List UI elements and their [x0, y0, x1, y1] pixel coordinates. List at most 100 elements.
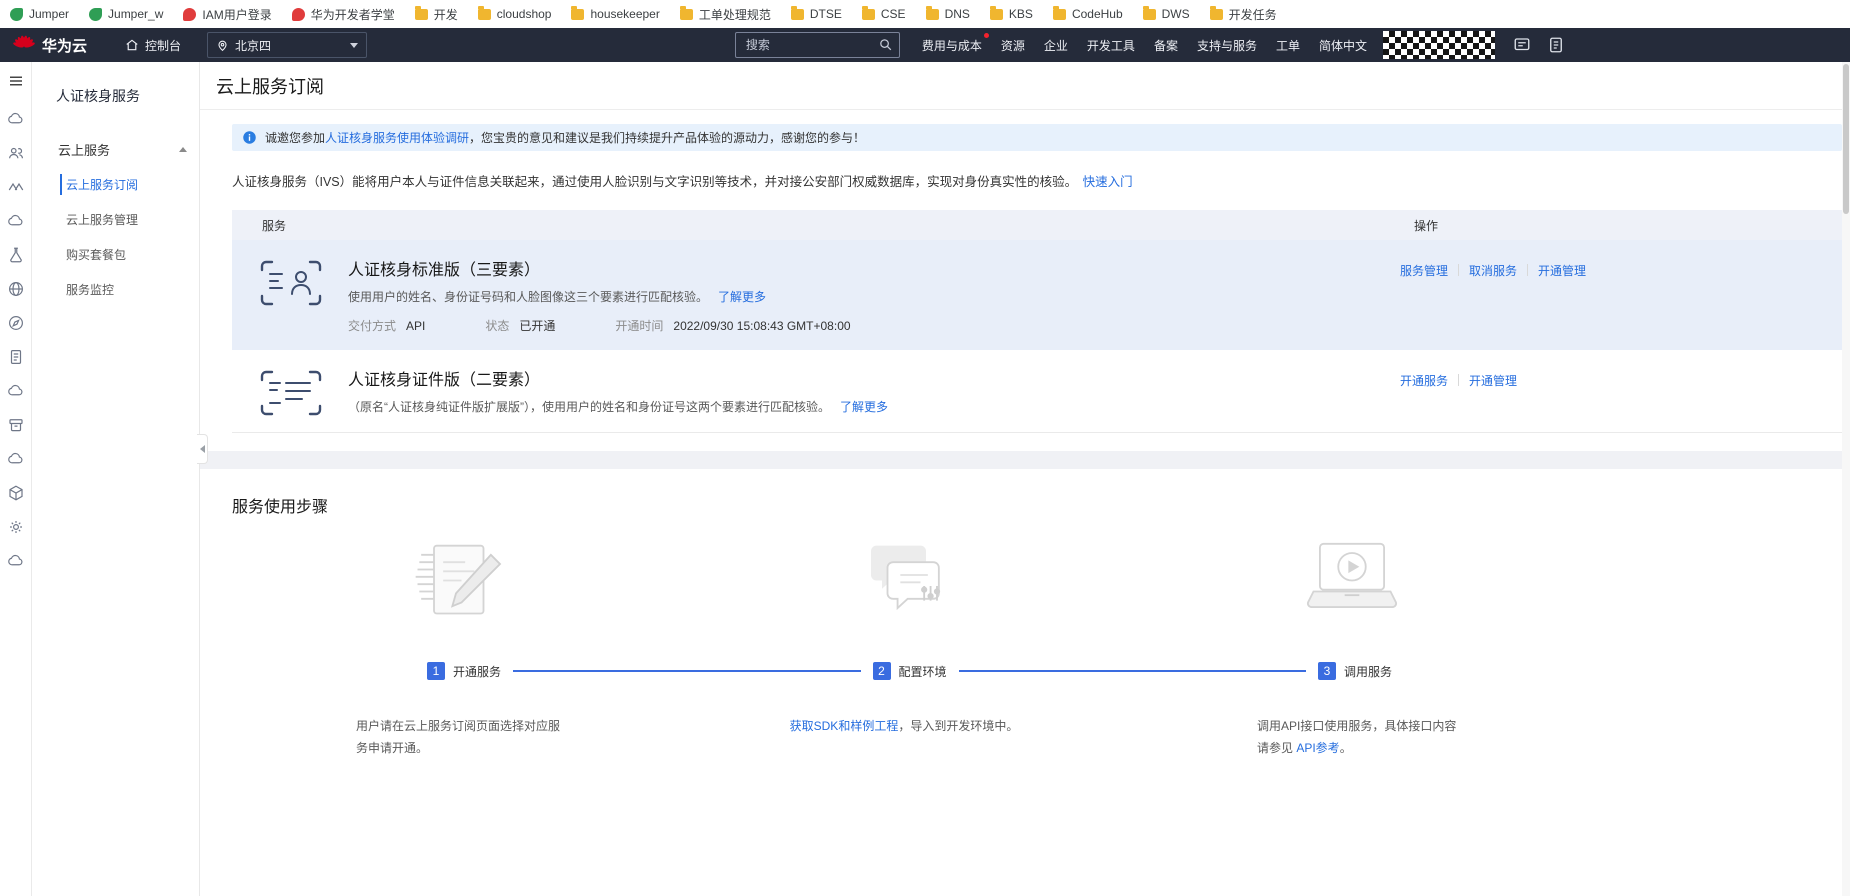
status-badge: 已开通: [519, 319, 556, 333]
huawei-cloud-logo[interactable]: 华为云: [12, 33, 87, 57]
leaf-icon: [10, 7, 23, 21]
bookmark-item[interactable]: IAM用户登录: [183, 6, 272, 23]
sidebar-item-subscription[interactable]: 云上服务订阅: [32, 167, 199, 202]
survey-link[interactable]: 人证核身服务使用体验调研: [325, 131, 469, 145]
cloud-icon[interactable]: [7, 110, 25, 128]
box-icon[interactable]: [7, 484, 25, 502]
sidebar-collapse-handle[interactable]: [197, 434, 208, 464]
nav-support[interactable]: 支持与服务: [1197, 37, 1257, 54]
action-open-manage[interactable]: 开通管理: [1538, 262, 1586, 279]
step-desc-link[interactable]: 获取SDK和样例工程: [790, 719, 899, 733]
action-cancel-service[interactable]: 取消服务: [1469, 262, 1517, 279]
users-icon[interactable]: [7, 144, 25, 162]
main-content: 云上服务订阅 诚邀您参加人证核身服务使用体验调研，您宝贵的意见和建议是我们持续提…: [200, 62, 1850, 896]
redacted-account-info[interactable]: [1383, 31, 1495, 59]
sidebar-item-management[interactable]: 云上服务管理: [32, 202, 199, 237]
step-desc-link[interactable]: API参考: [1296, 741, 1339, 755]
compass-icon[interactable]: [7, 314, 25, 332]
flask-icon[interactable]: [7, 246, 25, 264]
action-service-manage[interactable]: 服务管理: [1400, 262, 1448, 279]
message-icon[interactable]: [1513, 36, 1531, 54]
step-label: 开通服务: [453, 664, 502, 679]
table-row[interactable]: 人证核身标准版（三要素） 使用用户的姓名、身份证号码和人脸图像这三个要素进行匹配…: [232, 240, 1850, 350]
globe-icon[interactable]: [7, 280, 25, 298]
configure-env-illustration: [871, 545, 941, 611]
folder-icon: [1142, 5, 1156, 20]
bookmark-item[interactable]: CSE: [861, 5, 906, 21]
waves-icon[interactable]: [7, 178, 25, 196]
region-selector[interactable]: 北京四: [207, 32, 368, 58]
scrollbar-thumb[interactable]: [1843, 64, 1849, 214]
folder-icon: [989, 5, 1003, 20]
cloud-icon[interactable]: [7, 212, 25, 230]
gear-icon[interactable]: [7, 518, 25, 536]
steps-title: 服务使用步骤: [232, 499, 329, 516]
bookmark-item[interactable]: DTSE: [790, 5, 842, 21]
learn-more-link[interactable]: 了解更多: [840, 400, 888, 414]
step-item: 1 开通服务: [427, 662, 501, 680]
bookmark-item[interactable]: housekeeper: [571, 5, 660, 21]
quick-start-link[interactable]: 快速入门: [1083, 175, 1133, 189]
nav-dev-tools[interactable]: 开发工具: [1087, 37, 1135, 54]
action-open-service[interactable]: 开通服务: [1400, 372, 1448, 389]
app-body: 人证核身服务 云上服务 云上服务订阅 云上服务管理 购买套餐包 服务监控 云上服…: [0, 62, 1850, 896]
folder-icon: [861, 5, 875, 20]
step-label: 配置环境: [898, 664, 947, 679]
search-input[interactable]: [734, 32, 900, 58]
home-icon: [126, 39, 138, 51]
nav-resources[interactable]: 资源: [1001, 37, 1025, 54]
step-label: 调用服务: [1344, 664, 1393, 679]
step-number: 1: [427, 662, 445, 680]
usage-steps-card: 服务使用步骤 1 开通服务 2 配置环境 3 调用服务 用户请在云上服务订阅页面…: [200, 469, 1850, 896]
bookmark-item[interactable]: DNS: [925, 5, 970, 21]
scrollbar[interactable]: [1842, 62, 1850, 896]
page-title-bar: 云上服务订阅: [200, 62, 1850, 110]
step-number: 3: [1318, 662, 1336, 680]
action-open-manage[interactable]: 开通管理: [1469, 372, 1517, 389]
sidebar-group-cloud-services[interactable]: 云上服务: [32, 132, 199, 167]
hamburger-menu-icon[interactable]: [7, 72, 25, 90]
id-card-lines-icon: [260, 370, 322, 416]
region-value: 北京四: [235, 38, 272, 53]
bookmark-item[interactable]: Jumper_w: [89, 7, 163, 21]
step-desc: 获取SDK和样例工程，导入到开发环境中。: [789, 719, 1019, 733]
search-icon[interactable]: [878, 37, 893, 52]
step-item: 2 配置环境: [872, 662, 947, 680]
nav-icp[interactable]: 备案: [1154, 37, 1178, 54]
bookmark-item[interactable]: 开发任务: [1209, 5, 1277, 23]
archive-icon[interactable]: [7, 416, 25, 434]
document-icon[interactable]: [7, 348, 25, 366]
cloud-icon[interactable]: [7, 382, 25, 400]
nav-billing[interactable]: 费用与成本: [922, 32, 989, 54]
document-icon[interactable]: [1547, 36, 1565, 54]
banner-text: 诚邀您参加人证核身服务使用体验调研，您宝贵的意见和建议是我们持续提升产品体验的源…: [265, 131, 866, 145]
call-service-illustration: [1306, 542, 1398, 608]
nav-enterprise[interactable]: 企业: [1044, 37, 1068, 54]
bookmark-item[interactable]: 华为开发者学堂: [291, 6, 395, 23]
step-desc: 调用API接口使用服务，具体接口内容请参见 API参考。: [1257, 719, 1457, 755]
bookmark-item[interactable]: 开发: [414, 5, 458, 23]
learn-more-link[interactable]: 了解更多: [718, 290, 766, 304]
chevron-left-icon: [199, 445, 205, 453]
nav-ticket[interactable]: 工单: [1276, 37, 1300, 54]
bookmark-item[interactable]: cloudshop: [477, 5, 551, 21]
header-menu: 费用与成本 资源 企业 开发工具 备案 支持与服务 工单 简体中文: [922, 32, 1367, 54]
service-title: 人证核身标准版（三要素）: [348, 262, 541, 279]
notification-dot: [983, 32, 989, 38]
bookmark-item[interactable]: CodeHub: [1052, 5, 1123, 21]
bookmark-item[interactable]: 工单处理规范: [679, 5, 771, 23]
bookmark-item[interactable]: Jumper: [10, 7, 69, 21]
nav-language[interactable]: 简体中文: [1319, 37, 1367, 54]
delivery-value: API: [406, 319, 426, 333]
sidebar-item-monitoring[interactable]: 服务监控: [32, 272, 199, 307]
cloud-icon[interactable]: [7, 450, 25, 468]
sidebar-item-packages[interactable]: 购买套餐包: [32, 237, 199, 272]
step-number: 2: [872, 662, 891, 680]
bookmark-item[interactable]: KBS: [989, 5, 1033, 21]
folder-icon: [477, 5, 491, 20]
table-row[interactable]: 人证核身证件版（二要素） （原名“人证核身纯证件版扩展版”），使用用户的姓名和身…: [232, 350, 1850, 432]
cloud-icon[interactable]: [7, 552, 25, 570]
bookmark-item[interactable]: DWS: [1142, 5, 1190, 21]
opened-time-label: 开通时间: [615, 319, 664, 333]
console-link[interactable]: 控制台: [125, 37, 181, 54]
